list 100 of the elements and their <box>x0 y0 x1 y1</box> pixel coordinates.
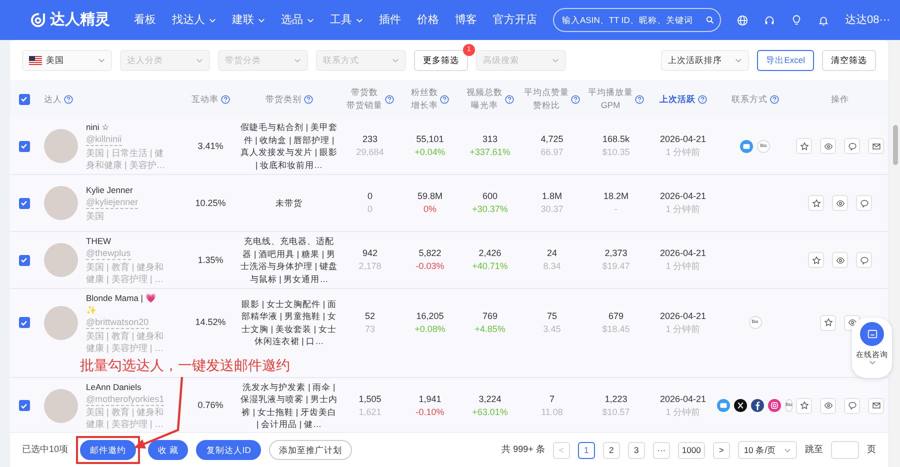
nav-link[interactable]: 找达人 <box>172 12 216 28</box>
globe-icon[interactable] <box>737 14 748 26</box>
creator-handle[interactable]: @killninii <box>86 133 122 146</box>
creator-handle[interactable]: @motherofyorkies1 <box>86 392 164 406</box>
eye-button[interactable] <box>820 398 836 414</box>
engagement-rate: 0.76% <box>196 399 224 412</box>
more-filters-button[interactable]: 更多筛选 <box>414 50 468 70</box>
page-button[interactable]: ··· <box>652 442 670 458</box>
page-input[interactable] <box>831 441 859 459</box>
action-button[interactable]: 复制达人ID <box>196 440 261 460</box>
logo-icon <box>30 12 46 28</box>
eye-button[interactable] <box>832 195 848 211</box>
star-button[interactable] <box>820 314 836 331</box>
exposure-rate: +4.85% <box>474 322 506 336</box>
eye-button[interactable] <box>820 138 836 154</box>
nav-link[interactable]: 价格 <box>417 12 439 28</box>
follower-count: 1,941 <box>418 392 442 406</box>
star-button[interactable] <box>808 195 824 211</box>
average-likes: 7 <box>548 392 556 406</box>
nav-link[interactable]: 选品 <box>281 12 314 28</box>
caret-icon <box>735 58 742 63</box>
nav-link[interactable]: 建联 <box>232 12 265 28</box>
creator-name[interactable]: LeAnn Daniels <box>86 380 166 393</box>
comment-button[interactable] <box>844 398 860 414</box>
last-active-ago: 1 分钟前 <box>664 322 702 336</box>
sort-select[interactable]: 上次活跃排序 <box>661 50 750 70</box>
column-header[interactable]: 平均点赞量 赞粉比 <box>524 86 569 112</box>
star-button[interactable] <box>796 138 812 154</box>
checkbox[interactable] <box>18 198 30 208</box>
search-field[interactable]: 输入ASIN、TT ID、昵称、关键词 <box>553 8 721 32</box>
creator-name[interactable]: THEW <box>86 235 166 248</box>
column-header[interactable]: 带货类别 <box>266 92 302 106</box>
mail-button[interactable] <box>868 398 884 414</box>
action-button[interactable]: 邮件邀约 <box>80 440 136 460</box>
page-size-select[interactable]: 10 条/页 <box>738 441 797 459</box>
page-button[interactable]: 3 <box>628 442 645 458</box>
comment-button[interactable] <box>856 252 872 268</box>
next-page-button[interactable]: > <box>712 442 730 458</box>
mail-button[interactable] <box>868 138 884 154</box>
creator-name[interactable]: nini ☆ <box>86 121 166 134</box>
x-logo-icon[interactable] <box>734 399 747 412</box>
checkbox[interactable] <box>18 254 30 266</box>
export-button[interactable]: 导出Excel <box>757 50 814 70</box>
eye-button[interactable] <box>832 252 848 268</box>
column-header[interactable]: 平均播放量 GPM <box>588 86 633 112</box>
column-header[interactable]: 互动率 <box>192 92 218 106</box>
exposure-rate: +337.61% <box>468 146 512 159</box>
creator-handle[interactable]: @kyliejenner <box>86 196 138 210</box>
checkbox[interactable] <box>18 317 30 328</box>
average-views: 168.5k <box>601 133 631 146</box>
action-button[interactable]: 收 藏 <box>148 440 188 460</box>
page-button[interactable]: 1000 <box>678 442 705 458</box>
nav-link[interactable]: 插件 <box>379 12 401 28</box>
creator-tags: 美国 | 教育 | 健身和健康 | 美容护理 | … <box>86 330 166 354</box>
checkbox[interactable] <box>18 140 30 152</box>
column-header[interactable]: 联系方式 <box>732 92 768 106</box>
headset-icon[interactable] <box>764 14 775 26</box>
checkbox[interactable] <box>18 94 30 104</box>
logo-text: 达人精灵 <box>50 10 110 30</box>
video-count: 600 <box>481 190 499 203</box>
scrollbar[interactable] <box>890 40 900 467</box>
like-ratio: 30.37 <box>540 203 564 216</box>
average-views: 2,373 <box>604 247 628 260</box>
creator-name[interactable]: Kylie Jenner <box>86 184 166 196</box>
comment-button[interactable] <box>844 138 860 154</box>
column-header[interactable]: 视频总数 曝光率 <box>466 86 502 112</box>
column-header[interactable]: 达人 <box>44 92 62 106</box>
comment-button[interactable] <box>856 195 872 211</box>
action-button[interactable]: 添加至推广计划 <box>268 440 352 460</box>
eye-icon <box>824 401 832 410</box>
email-icon[interactable] <box>740 140 753 152</box>
bell-icon[interactable] <box>818 14 829 26</box>
checkbox[interactable] <box>18 400 30 411</box>
clear-filters-button[interactable]: 清空筛选 <box>822 50 876 70</box>
user-name[interactable]: 达达08··· <box>845 12 890 28</box>
creator-handle[interactable]: @thewplus <box>86 247 131 260</box>
lightbulb-icon[interactable] <box>791 14 802 26</box>
nav-link[interactable]: 工具 <box>330 12 363 28</box>
facebook-icon[interactable] <box>750 399 764 412</box>
caret-icon <box>196 58 203 63</box>
last-active-date: 2026-04-21 <box>658 133 708 146</box>
column-header[interactable]: 操作 <box>831 92 849 106</box>
page-button[interactable]: 2 <box>602 442 620 458</box>
gpm-value: $10.35 <box>601 146 631 159</box>
creator-tags: 美国 | 教育 | 健身和健康 | 美容护理 | … <box>86 260 166 285</box>
page-button[interactable]: 1 <box>578 442 595 458</box>
caret-icon <box>392 58 399 63</box>
column-header[interactable]: 上次活跃 <box>660 92 696 106</box>
country-select[interactable]: 美国 <box>22 50 112 70</box>
nav-link[interactable]: 博客 <box>455 12 477 28</box>
avatar <box>44 243 78 277</box>
instagram-icon[interactable] <box>768 399 781 412</box>
creator-handle[interactable]: @brittwatson20 <box>86 316 149 329</box>
nav-link[interactable]: 官方开店 <box>493 12 537 28</box>
star-button[interactable] <box>808 252 824 268</box>
column-header[interactable]: 带货数 带货销量 <box>346 86 382 112</box>
creator-name[interactable]: Blonde Mama | 💗 ✨ <box>86 292 166 316</box>
nav-link[interactable]: 看板 <box>134 12 156 28</box>
column-header[interactable]: 粉丝数 增长率 <box>411 86 438 112</box>
star-button[interactable] <box>796 398 812 414</box>
